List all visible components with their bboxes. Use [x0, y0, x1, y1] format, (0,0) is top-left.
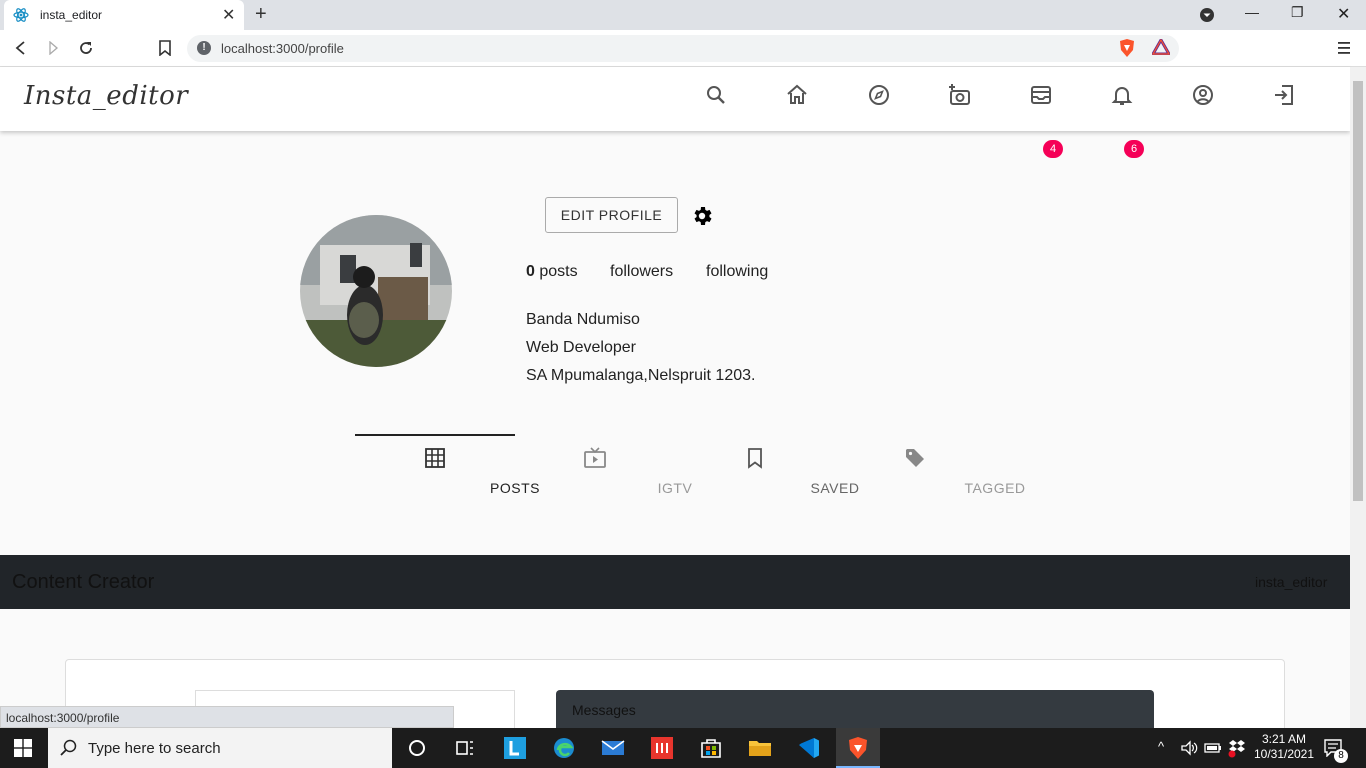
clock-time: 3:21 AM — [1261, 732, 1307, 746]
browser-tab[interactable]: insta_editor ✕ — [4, 0, 244, 30]
app-l-icon[interactable] — [503, 736, 527, 760]
maximize-icon[interactable]: ❐ — [1291, 4, 1304, 21]
navbar-link[interactable]: insta_editor — [1255, 574, 1327, 590]
edge-icon[interactable] — [552, 736, 576, 760]
add-photo-icon[interactable] — [948, 83, 972, 107]
posts-count: 0 — [526, 263, 535, 280]
address-bar[interactable]: ! localhost:3000/profile — [187, 35, 1179, 62]
taskbar-search-placeholder: Type here to search — [88, 740, 221, 757]
taskbar-search-box[interactable]: Type here to search — [48, 728, 392, 768]
reload-icon[interactable] — [78, 40, 94, 56]
menu-icon[interactable] — [1337, 42, 1351, 54]
profile-menu-icon[interactable] — [1199, 7, 1215, 23]
bookmark-icon — [748, 448, 762, 469]
messages-panel-header[interactable]: Messages — [556, 690, 1154, 730]
brave-icon — [849, 737, 867, 759]
content-navbar: Content Creator insta_editor — [0, 555, 1350, 609]
followers-link[interactable]: followers — [610, 263, 673, 281]
tv-icon — [584, 447, 606, 468]
inbox-badge: 4 — [1043, 140, 1063, 158]
windows-taskbar: Type here to search ^ 3:21 AM 10/31/2021… — [0, 728, 1366, 768]
action-center-badge: 8 — [1334, 749, 1348, 763]
brave-rewards-icon[interactable] — [1152, 39, 1170, 55]
status-bubble: localhost:3000/profile — [0, 706, 454, 728]
tab-igtv[interactable]: IGTV — [515, 436, 692, 506]
close-window-icon[interactable]: ✕ — [1337, 4, 1350, 24]
store-icon[interactable] — [699, 736, 723, 760]
grid-icon — [425, 448, 445, 468]
task-view-icon[interactable] — [453, 736, 477, 760]
app-logo[interactable]: Insta_editor — [24, 81, 188, 111]
browser-tabbar: insta_editor ✕ + — ❐ ✕ — [0, 0, 1366, 30]
new-tab-icon[interactable]: + — [255, 3, 267, 26]
volume-icon[interactable] — [1180, 739, 1198, 757]
office-app-icon[interactable] — [650, 736, 674, 760]
dropbox-icon[interactable] — [1228, 738, 1246, 758]
url-text: localhost:3000/profile — [221, 41, 344, 56]
page-scrollbar[interactable] — [1350, 67, 1366, 728]
tab-title: insta_editor — [40, 8, 103, 22]
brave-taskbar-button[interactable] — [836, 728, 880, 768]
settings-gear-icon[interactable] — [690, 204, 714, 228]
search-icon[interactable] — [704, 83, 728, 107]
explore-icon[interactable] — [867, 83, 891, 107]
navbar-brand[interactable]: Content Creator — [12, 571, 154, 594]
profile-location: SA Mpumalanga,Nelspruit 1203. — [526, 367, 756, 384]
inbox-icon[interactable] — [1029, 83, 1053, 107]
taskbar-clock[interactable]: 3:21 AM 10/31/2021 — [1252, 732, 1316, 762]
minimize-icon[interactable]: — — [1245, 4, 1259, 20]
tray-chevron-icon[interactable]: ^ — [1158, 739, 1164, 754]
windows-start-icon[interactable] — [14, 739, 32, 757]
tag-icon — [906, 449, 924, 467]
notifications-icon[interactable] — [1110, 83, 1134, 107]
posts-stat: 0 posts — [526, 263, 578, 281]
messages-title: Messages — [572, 702, 636, 718]
mail-icon[interactable] — [601, 736, 625, 760]
profile-name: Banda Ndumiso — [526, 311, 640, 328]
file-explorer-icon[interactable] — [748, 736, 772, 760]
search-icon — [60, 739, 77, 756]
clock-date: 10/31/2021 — [1253, 747, 1315, 761]
profile-title: Web Developer — [526, 339, 636, 356]
tab-saved[interactable]: SAVED — [675, 436, 859, 506]
vscode-icon[interactable] — [797, 736, 821, 760]
account-icon[interactable] — [1191, 83, 1215, 107]
bookmark-page-icon[interactable] — [158, 40, 172, 56]
tab-tagged-label: TAGGED — [964, 480, 1026, 496]
browser-toolbar: ! localhost:3000/profile — [0, 30, 1366, 67]
cortana-icon[interactable] — [405, 736, 429, 760]
notifications-badge: 6 — [1124, 140, 1144, 158]
tab-posts[interactable]: POSTS — [355, 436, 539, 506]
following-link[interactable]: following — [706, 263, 768, 281]
tab-tagged[interactable]: TAGGED — [835, 436, 1025, 506]
home-icon[interactable] — [785, 83, 809, 107]
scrollbar-thumb[interactable] — [1353, 81, 1363, 501]
battery-icon[interactable] — [1204, 740, 1222, 756]
back-icon[interactable] — [14, 41, 28, 55]
logout-icon[interactable] — [1272, 83, 1296, 107]
app-header: Insta_editor 4 6 — [0, 67, 1350, 158]
edit-profile-button[interactable]: EDIT PROFILE — [545, 197, 678, 233]
brave-shield-icon[interactable] — [1118, 38, 1136, 58]
site-info-icon[interactable]: ! — [197, 41, 211, 55]
close-tab-icon[interactable]: ✕ — [222, 5, 235, 25]
profile-avatar[interactable] — [300, 215, 452, 367]
react-icon — [13, 8, 29, 22]
forward-icon[interactable] — [46, 41, 60, 55]
posts-label: posts — [539, 263, 578, 280]
